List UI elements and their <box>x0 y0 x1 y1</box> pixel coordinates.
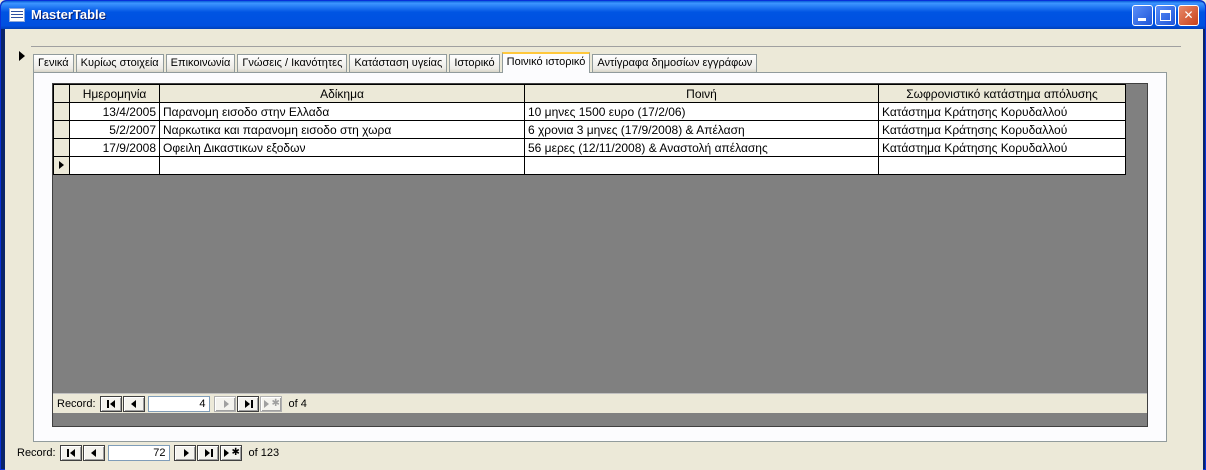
cell-penalty[interactable] <box>524 156 879 175</box>
previous-icon <box>90 449 96 457</box>
asterisk-icon: ✱ <box>231 447 240 458</box>
maximize-button[interactable] <box>1155 5 1176 26</box>
cell-prison[interactable]: Κατάστημα Κράτησης Κορυδαλλού <box>878 120 1126 139</box>
application-window: MasterTable ✕ Γενικά Κυρίως στοιχεία Επικο… <box>0 0 1206 470</box>
tab-strip: Γενικά Κυρίως στοιχεία Επικοινωνία Γνώσεις … <box>33 52 759 73</box>
main-record-navigator: Record: 72 ✱ of 123 <box>17 443 279 463</box>
minimize-button[interactable] <box>1132 5 1153 26</box>
column-header-offense[interactable]: Αδίκημα <box>159 84 525 103</box>
title-bar[interactable]: MasterTable ✕ <box>1 1 1205 29</box>
column-header-prison[interactable]: Σωφρονιστικό κατάστημα απόλυσης <box>878 84 1126 103</box>
tab-1[interactable]: Κυρίως στοιχεία <box>75 54 164 72</box>
bar-icon <box>106 399 109 408</box>
close-button[interactable]: ✕ <box>1178 5 1199 26</box>
cell-date[interactable]: 13/4/2005 <box>69 102 160 121</box>
bar-icon <box>66 449 69 457</box>
cell-offense[interactable]: Ναρκωτικα και παρανομη εισοδο στη χωρα <box>159 120 525 139</box>
last-record-button[interactable] <box>196 445 219 461</box>
maximize-icon <box>1160 10 1171 21</box>
row-selector[interactable] <box>53 120 70 139</box>
cell-penalty[interactable]: 10 μηνες 1500 ευρο (17/2/06) <box>524 102 879 121</box>
next-record-button[interactable] <box>173 445 196 461</box>
select-all-cell[interactable] <box>53 84 70 103</box>
tab-6[interactable]: Ποινικό ιστορικό <box>501 52 591 73</box>
cell-date[interactable]: 5/2/2007 <box>69 120 160 139</box>
cell-prison[interactable] <box>878 156 1126 175</box>
column-header-penalty[interactable]: Ποινή <box>524 84 879 103</box>
bar-icon <box>250 399 253 408</box>
cell-date[interactable] <box>69 156 160 175</box>
tab-panel-criminal-record: Ημερομηνία Αδίκημα Ποινή Σωφρονιστικό κα… <box>33 72 1167 442</box>
subform-record-navigator: Record: 4 ✱ of 4 <box>53 393 1147 413</box>
tab-2[interactable]: Επικοινωνία <box>165 54 236 72</box>
previous-record-button[interactable] <box>122 395 145 412</box>
new-icon <box>263 399 269 408</box>
grid-header-row: Ημερομηνία Αδίκημα Ποινή Σωφρονιστικό κα… <box>53 84 1126 103</box>
form-icon <box>9 8 25 22</box>
cell-penalty[interactable]: 6 χρονια 3 μηνες (17/9/2008) & Απέλαση <box>524 120 879 139</box>
cell-offense[interactable]: Παρανομη εισοδο στην Ελλαδα <box>159 102 525 121</box>
asterisk-icon: ✱ <box>271 397 280 409</box>
first-record-button[interactable] <box>59 445 82 461</box>
record-selector[interactable] <box>13 47 31 457</box>
tab-3[interactable]: Γνώσεις / Ικανότητες <box>237 54 348 72</box>
subform-record-count: of 4 <box>288 397 307 410</box>
cell-prison[interactable]: Κατάστημα Κράτησης Κορυδαλλού <box>878 102 1126 121</box>
table-row[interactable]: 13/4/2005 Παρανομη εισοδο στην Ελλαδα 10… <box>53 102 1126 121</box>
main-current-record-input[interactable]: 72 <box>107 445 170 461</box>
next-record-button[interactable] <box>213 395 236 412</box>
first-record-button[interactable] <box>99 395 122 412</box>
row-selector[interactable] <box>53 138 70 157</box>
criminal-record-grid: Ημερομηνία Αδίκημα Ποινή Σωφρονιστικό κα… <box>53 84 1126 175</box>
window-title: MasterTable <box>31 7 106 22</box>
column-header-date[interactable]: Ημερομηνία <box>69 84 160 103</box>
cell-prison[interactable]: Κατάστημα Κράτησης Κορυδαλλού <box>878 138 1126 157</box>
subform-record-label: Record: <box>57 397 96 410</box>
current-row-arrow-icon <box>59 161 64 169</box>
tab-0[interactable]: Γενικά <box>33 54 74 72</box>
subform-current-record-input[interactable]: 4 <box>147 395 210 412</box>
cell-offense[interactable] <box>159 156 525 175</box>
minimize-icon <box>1138 18 1146 21</box>
new-record-row[interactable] <box>53 156 1126 175</box>
form-client-area: Γενικά Κυρίως στοιχεία Επικοινωνία Γνώσεις … <box>5 29 1203 470</box>
table-row[interactable]: 5/2/2007 Ναρκωτικα και παρανομη εισοδο σ… <box>53 120 1126 139</box>
table-row[interactable]: 17/9/2008 Οφειλη Δικαστικων εξοδων 56 με… <box>53 138 1126 157</box>
cell-penalty[interactable]: 56 μερες (12/11/2008) & Αναστολή απέλαση… <box>524 138 879 157</box>
cell-date[interactable]: 17/9/2008 <box>69 138 160 157</box>
last-icon <box>204 449 210 457</box>
bar-icon <box>210 449 213 457</box>
row-selector[interactable] <box>53 156 70 175</box>
tab-5[interactable]: Ιστορικό <box>449 54 500 72</box>
divider <box>31 46 1181 47</box>
last-record-button[interactable] <box>236 395 259 412</box>
main-record-count: of 123 <box>248 447 280 459</box>
tab-4[interactable]: Κατάσταση υγείας <box>349 54 448 72</box>
last-icon <box>244 399 250 408</box>
criminal-record-subform: Ημερομηνία Αδίκημα Ποινή Σωφρονιστικό κα… <box>52 83 1148 427</box>
main-record-label: Record: <box>17 447 56 459</box>
previous-icon <box>130 399 136 408</box>
previous-record-button[interactable] <box>82 445 105 461</box>
cell-offense[interactable]: Οφειλη Δικαστικων εξοδων <box>159 138 525 157</box>
new-record-button[interactable]: ✱ <box>219 445 242 461</box>
new-record-button[interactable]: ✱ <box>259 395 282 412</box>
next-icon <box>183 449 189 457</box>
new-icon <box>223 449 229 457</box>
first-icon <box>69 449 75 457</box>
tab-7[interactable]: Αντίγραφα δημοσίων εγγράφων <box>592 54 758 72</box>
next-icon <box>223 399 229 408</box>
first-icon <box>109 399 115 408</box>
current-record-arrow-icon <box>19 51 25 61</box>
row-selector[interactable] <box>53 102 70 121</box>
